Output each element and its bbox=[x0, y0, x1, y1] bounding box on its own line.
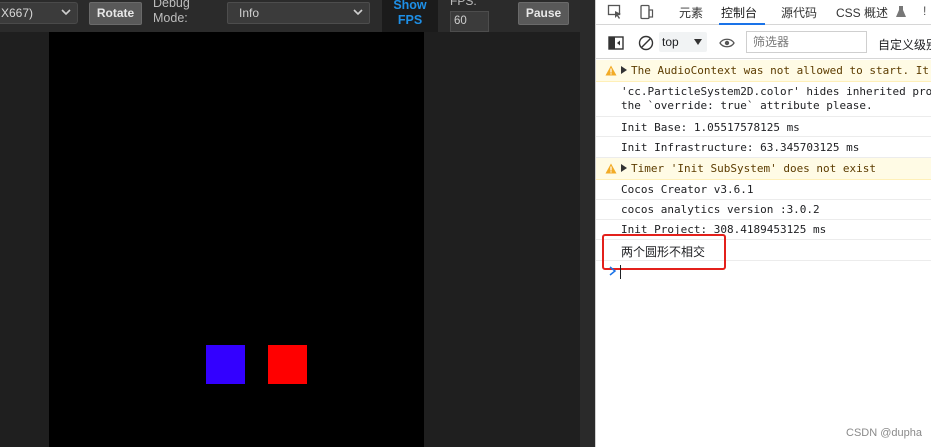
chevron-down-icon bbox=[61, 9, 71, 16]
context-value: top bbox=[662, 35, 679, 49]
console-prompt-chevron-icon bbox=[609, 266, 617, 276]
console-message-text: Init Infrastructure: 63.345703125 ms bbox=[621, 141, 860, 154]
console-message-warning[interactable]: Timer 'Init SubSystem' does not exist bbox=[596, 158, 931, 180]
console-message-text: The AudioContext was not allowed to star… bbox=[631, 64, 931, 77]
dropdown-triangle-icon bbox=[694, 39, 702, 45]
resolution-select[interactable]: X667) bbox=[0, 2, 78, 24]
panel-splitter[interactable] bbox=[580, 0, 596, 447]
red-square bbox=[268, 345, 307, 384]
debug-mode-label: Debug Mode: bbox=[153, 0, 190, 25]
active-tab-indicator bbox=[719, 23, 765, 25]
tab-css-overview[interactable]: CSS 概述 bbox=[836, 4, 888, 21]
resolution-value: X667) bbox=[1, 6, 34, 20]
console-message-text-continued: the `override: true` attribute please. bbox=[621, 99, 873, 112]
expand-triangle-icon[interactable] bbox=[621, 66, 627, 74]
pause-button[interactable]: Pause bbox=[518, 2, 569, 25]
console-message-text: Cocos Creator v3.6.1 bbox=[621, 183, 754, 196]
flask-icon bbox=[896, 6, 906, 17]
console-message[interactable]: Init Base: 1.05517578125 ms bbox=[596, 117, 931, 137]
debug-mode-select[interactable]: Info bbox=[227, 2, 370, 24]
fps-label: FPS: bbox=[450, 0, 477, 8]
live-expression-eye-icon[interactable] bbox=[719, 35, 735, 51]
console-message[interactable]: cocos analytics version :3.0.2 bbox=[596, 200, 931, 220]
devtools-tab-bar: 元素 控制台 源代码 CSS 概述 ! bbox=[596, 0, 931, 25]
console-message[interactable]: Cocos Creator v3.6.1 bbox=[596, 180, 931, 200]
sidebar-toggle-icon[interactable] bbox=[608, 35, 624, 51]
expand-triangle-icon[interactable] bbox=[621, 164, 627, 172]
custom-levels-dropdown[interactable]: 自定义级别 bbox=[878, 36, 931, 53]
tab-console[interactable]: 控制台 bbox=[721, 4, 757, 21]
inspect-element-icon[interactable] bbox=[607, 4, 623, 20]
game-canvas[interactable] bbox=[49, 32, 424, 447]
tab-elements[interactable]: 元素 bbox=[679, 4, 703, 21]
tab-sources[interactable]: 源代码 bbox=[781, 4, 817, 21]
clear-console-icon[interactable] bbox=[638, 35, 654, 51]
console-message[interactable]: Init Infrastructure: 63.345703125 ms bbox=[596, 137, 931, 158]
console-message[interactable]: 'cc.ParticleSystem2D.color' hides inheri… bbox=[596, 82, 931, 117]
devtools-panel: 元素 控制台 源代码 CSS 概述 ! top 筛选器 自定义级别 bbox=[596, 0, 931, 447]
overflow-tab-fragment[interactable]: ! bbox=[923, 4, 926, 18]
rotate-button[interactable]: Rotate bbox=[89, 2, 142, 25]
filter-input[interactable]: 筛选器 bbox=[746, 31, 867, 53]
warning-icon bbox=[605, 163, 617, 174]
console-message-text: Init Base: 1.05517578125 ms bbox=[621, 121, 800, 134]
console-message-text: Timer 'Init SubSystem' does not exist bbox=[631, 162, 877, 175]
chevron-down-icon bbox=[353, 9, 363, 16]
game-preview-panel: X667) Rotate Debug Mode: Info Show FPS F… bbox=[0, 0, 580, 447]
blue-square bbox=[206, 345, 245, 384]
console-message-text: 'cc.ParticleSystem2D.color' hides inheri… bbox=[621, 85, 931, 98]
console-filter-bar: top 筛选器 自定义级别 bbox=[596, 26, 931, 59]
preview-toolbar: X667) Rotate Debug Mode: Info Show FPS F… bbox=[0, 0, 580, 32]
fps-input[interactable]: 60 bbox=[450, 11, 489, 32]
console-input-caret[interactable] bbox=[620, 265, 621, 279]
warning-icon bbox=[605, 65, 617, 76]
device-toolbar-icon[interactable] bbox=[638, 4, 654, 20]
console-message-warning[interactable]: The AudioContext was not allowed to star… bbox=[596, 60, 931, 82]
watermark: CSDN @dupha bbox=[846, 427, 922, 439]
console-message-text: cocos analytics version :3.0.2 bbox=[621, 203, 820, 216]
context-select[interactable]: top bbox=[659, 32, 707, 52]
show-fps-button[interactable]: Show FPS bbox=[382, 0, 438, 32]
debug-mode-value: Info bbox=[239, 6, 260, 20]
